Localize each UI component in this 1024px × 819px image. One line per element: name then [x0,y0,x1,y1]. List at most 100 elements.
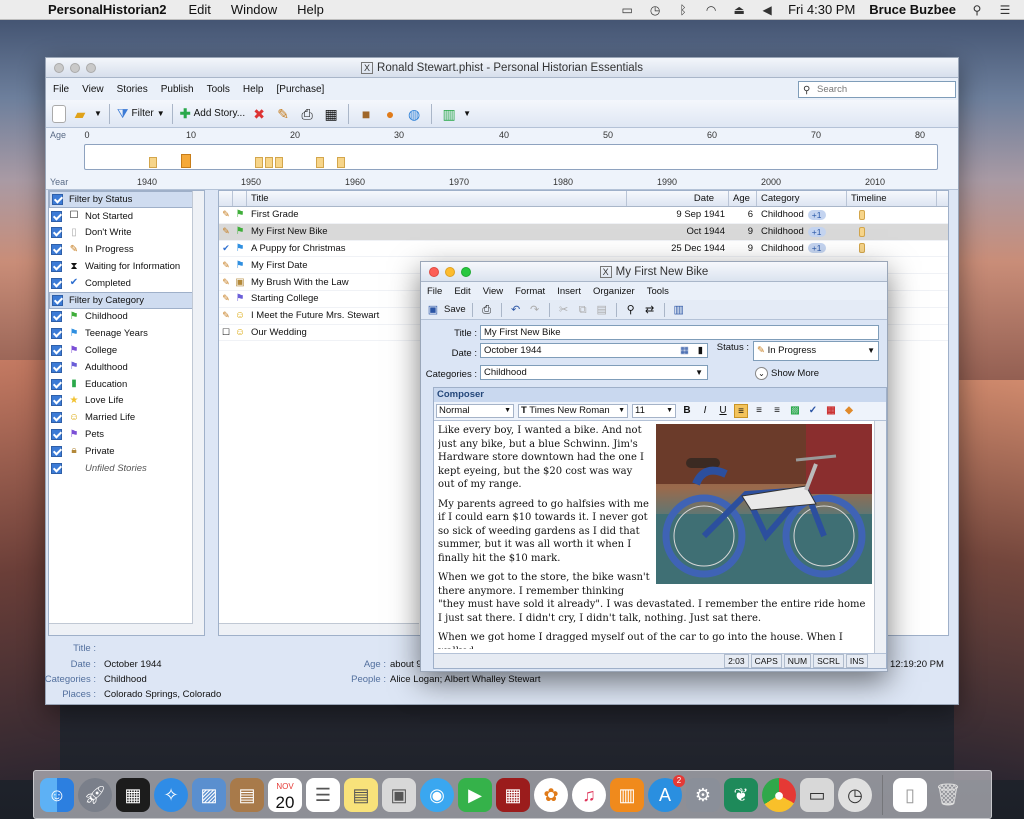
photo-booth-icon[interactable]: ▣ [382,777,416,812]
personal-historian-icon[interactable]: ❦ [724,777,758,812]
checkbox[interactable] [51,395,62,407]
scanner-icon[interactable]: ▭ [800,777,834,812]
checkbox[interactable] [51,328,62,340]
checkbox[interactable] [51,445,62,457]
date-input[interactable]: October 1944 ▦ ▮ [480,343,708,358]
categories-select[interactable]: Childhood ▼ [480,365,708,380]
dmenu-organizer[interactable]: Organizer [593,286,635,297]
editor-vscrollbar[interactable] [874,421,886,654]
wifi-icon[interactable]: ◠ [704,4,718,16]
delete-icon[interactable]: ✖ [249,104,269,124]
timeline-marker[interactable] [255,157,263,168]
checkbox[interactable] [51,227,62,239]
main-titlebar[interactable]: X Ronald Stewart.phist - Personal Histori… [46,58,958,78]
close-button[interactable] [429,267,439,277]
filter-category-item[interactable]: Unfiled Stories [49,460,204,477]
reminders-icon[interactable]: ☰ [306,777,340,812]
menu-tools[interactable]: Tools [207,84,230,95]
document-icon[interactable]: ▯ [893,777,927,812]
cut-icon[interactable]: ✂ [556,302,572,318]
table-row[interactable]: ✔ ⚑ A Puppy for Christmas 25 Dec 1944 9 Child… [219,241,948,258]
time-machine-icon[interactable]: ◷ [648,4,662,16]
table-icon[interactable]: ▦ [824,404,838,418]
filter-status-item[interactable]: ☐ Not Started [49,208,204,225]
list-hscrollbar[interactable] [219,623,419,635]
calendar-icon[interactable]: NOV 20 [268,777,302,812]
menu-purchase[interactable]: [Purchase] [277,84,325,95]
menu-view[interactable]: View [82,84,104,95]
col-check[interactable] [233,191,247,206]
checkbox[interactable] [51,462,62,474]
align-left-icon[interactable]: ≡ [734,404,748,418]
checkbox[interactable] [51,210,62,222]
replace-icon[interactable]: ⇄ [642,302,658,318]
clock[interactable]: Fri 4:30 PM [788,2,855,17]
person-icon[interactable]: ● [380,104,400,124]
filter-status-item[interactable]: ✎ In Progress [49,241,204,258]
clear-date-icon[interactable]: ▮ [698,344,703,357]
paste-icon[interactable]: ▤ [594,302,610,318]
columns-icon[interactable]: ▥ [439,104,459,124]
table-row-selected[interactable]: ✎ ⚑ My First New Bike Oct 1944 9 Childhood +1 [219,223,948,241]
col-date[interactable]: Date [627,191,729,206]
filter-status-header[interactable]: Filter by Status [49,191,204,208]
messages-icon[interactable]: ◉ [420,777,454,812]
underline-button[interactable]: U [716,404,730,418]
dmenu-file[interactable]: File [427,286,442,297]
filter-status-item[interactable]: ✔ Completed [49,275,204,292]
col-age[interactable]: Age [729,191,757,206]
dialog-titlebar[interactable]: X My First New Bike [421,262,887,282]
timeline-track[interactable] [84,144,938,170]
undo-icon[interactable]: ↶ [508,302,524,318]
itunes-icon[interactable]: ♫ [572,777,606,812]
redo-icon[interactable]: ↷ [527,302,543,318]
dmenu-insert[interactable]: Insert [557,286,581,297]
book-icon[interactable]: ▥ [671,302,687,318]
menu-publish[interactable]: Publish [161,84,194,95]
close-button[interactable] [54,63,64,73]
col-status[interactable] [219,191,233,206]
checkbox[interactable] [51,361,62,373]
table-row[interactable]: ✎ ⚑ First Grade 9 Sep 1941 6 Childhood +1 [219,207,948,224]
filter-status-item[interactable]: ▯ Don't Write [49,225,204,242]
print-icon[interactable]: ⎙ [297,104,317,124]
checkbox[interactable] [52,294,63,306]
dmenu-edit[interactable]: Edit [454,286,470,297]
globe-icon[interactable]: ◍ [404,104,424,124]
copy-icon[interactable]: ⧉ [575,302,591,318]
volume-icon[interactable]: ◀ [760,4,774,16]
bold-button[interactable]: B [680,404,694,418]
checkbox[interactable] [51,429,62,441]
menu-help[interactable]: Help [243,84,264,95]
style-select[interactable]: Normal ▼ [436,404,514,418]
checkbox[interactable] [51,345,62,357]
filter-category-header[interactable]: Filter by Category [49,291,204,309]
filter-category-item[interactable]: ★ Love Life [49,393,204,410]
bluetooth-icon[interactable]: ᛒ [676,4,690,16]
dmenu-tools[interactable]: Tools [647,286,669,297]
filter-category-item[interactable]: ⚑ College [49,342,204,359]
photo-booth-film-icon[interactable]: ▦ [496,777,530,812]
contacts-icon[interactable]: ▤ [230,777,264,812]
save-button[interactable]: Save [444,304,466,315]
system-preferences-icon[interactable]: ⚙ [686,777,720,812]
menu-window[interactable]: Window [231,2,277,17]
find-icon[interactable]: ⚲ [623,302,639,318]
box-icon[interactable]: ■ [356,104,376,124]
spellcheck-icon[interactable]: ✓ [806,404,820,418]
filter-button[interactable]: ⧩ Filter ▼ [117,106,165,122]
show-more-button[interactable]: ⌄ Show More [755,367,819,380]
col-category[interactable]: Category [757,191,847,206]
eraser-icon[interactable]: ◆ [842,404,856,418]
checkbox[interactable] [51,277,62,289]
timeline-marker[interactable] [316,157,324,168]
zoom-button[interactable] [86,63,96,73]
notification-center-icon[interactable]: ☰ [998,4,1012,16]
timeline-marker[interactable] [337,157,345,168]
safari-icon[interactable]: ✧ [154,777,188,812]
filter-hscrollbar[interactable] [49,623,193,635]
filter-category-item[interactable]: ▮ Education [49,376,204,393]
filter-category-item[interactable]: ⚑ Childhood [49,309,204,326]
eject-icon[interactable]: ⏏ [732,4,746,16]
size-select[interactable]: 11 ▼ [632,404,676,418]
